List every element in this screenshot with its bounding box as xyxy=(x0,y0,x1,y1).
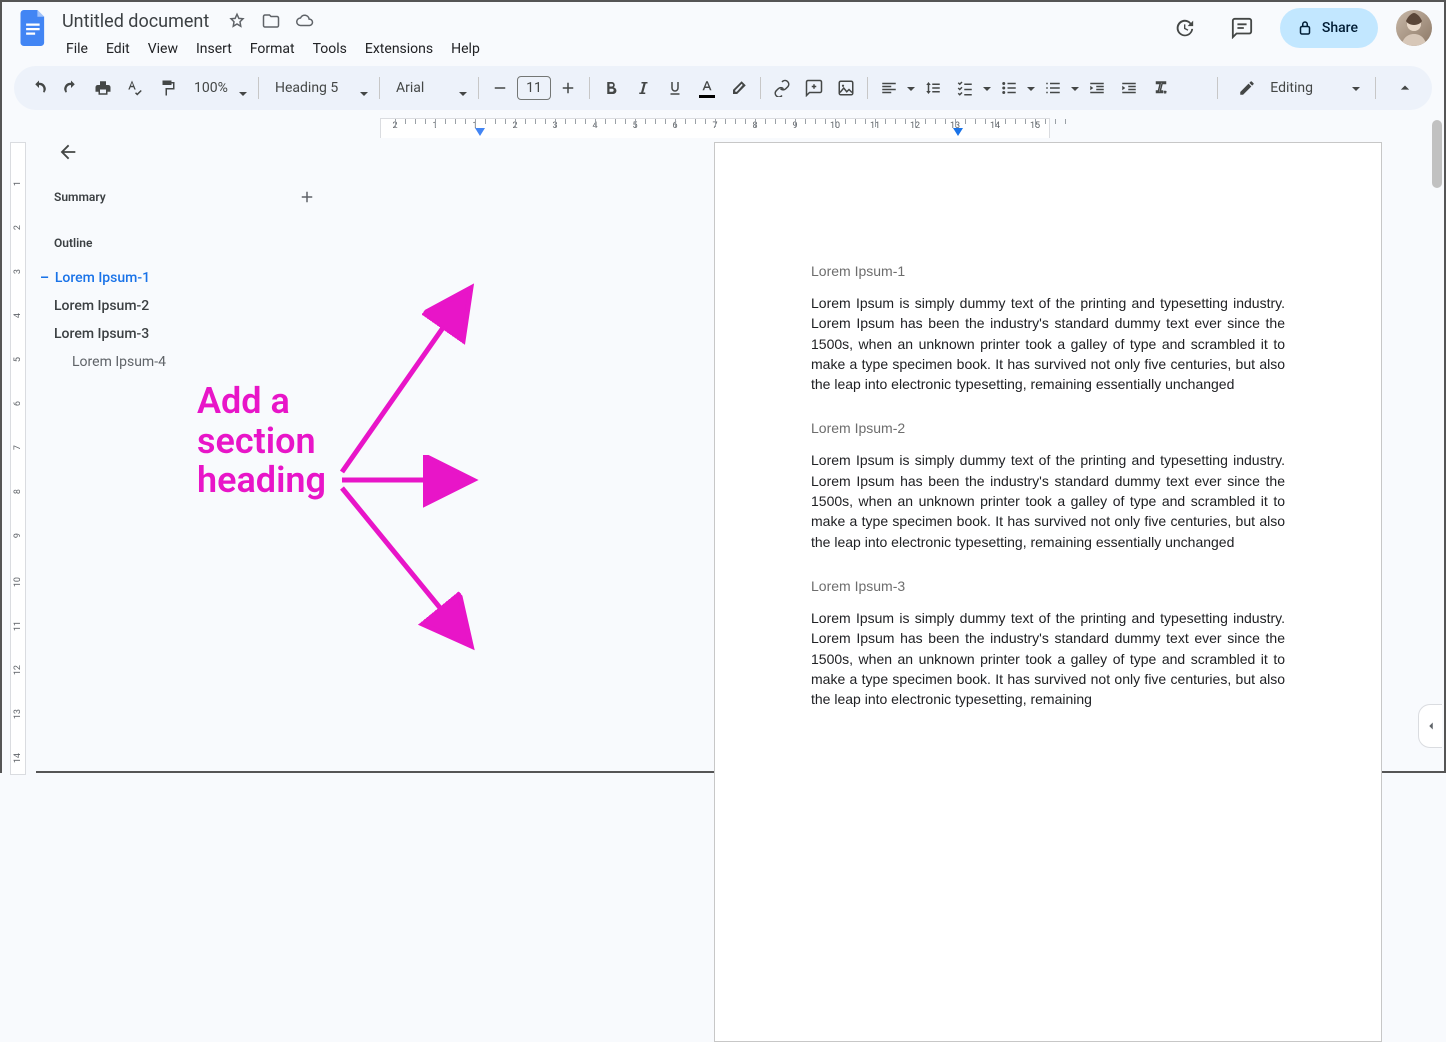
scrollbar[interactable] xyxy=(1432,120,1442,188)
show-side-panel-button[interactable] xyxy=(1418,704,1442,748)
annotation-arrows xyxy=(2,2,1446,775)
